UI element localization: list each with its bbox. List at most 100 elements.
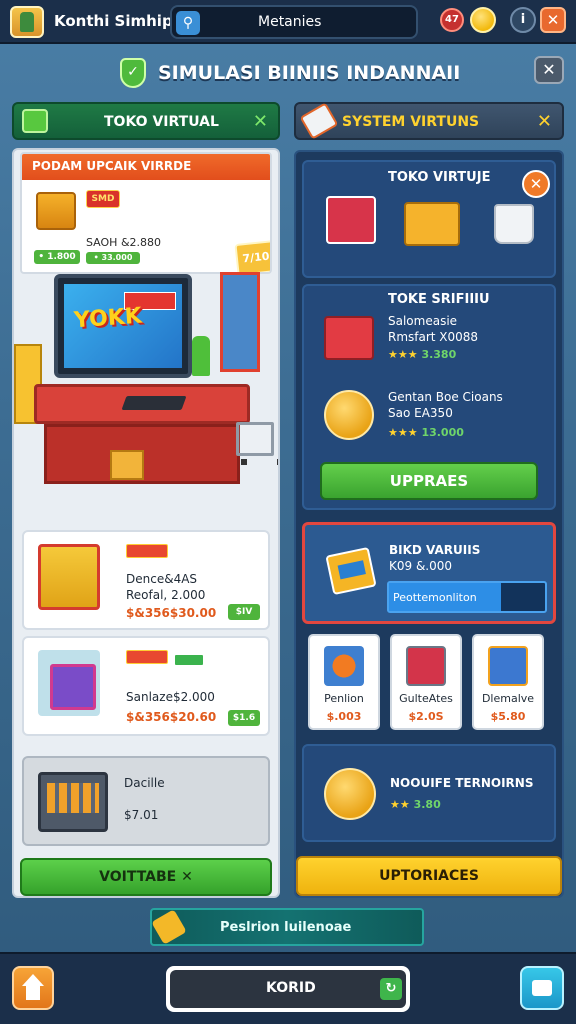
tile-price: $2.0S	[408, 710, 444, 723]
product-card[interactable]: Sanlaze$2.000 $&356$20.60 $1.6	[22, 636, 270, 736]
offer-subtitle: K09 &.000	[389, 559, 453, 573]
close-icon[interactable]: ✕	[537, 111, 552, 132]
close-icon[interactable]: ✕	[522, 170, 550, 198]
upgrade-all-button[interactable]: UPTORIACES	[296, 856, 562, 896]
field-text: KORID	[266, 980, 316, 996]
field-inner: KORID ↻	[170, 970, 406, 1008]
list-item-line: Rmsfart X0088	[388, 330, 479, 344]
list-item-line: Sao EA350	[388, 406, 453, 420]
upgrade-button[interactable]: UPPRAES	[320, 462, 538, 500]
highlighted-offer-card[interactable]: BIKD VARUIIS K09 &.000 Peottemonliton	[302, 522, 556, 624]
product-name: Dacille	[124, 776, 165, 790]
hammer-icon	[151, 909, 187, 945]
tile-name: Dlemalve	[481, 692, 535, 705]
product-tag	[126, 544, 168, 558]
product-name: Dence&4AS	[126, 572, 198, 586]
promo-sticker[interactable]: 7/10	[234, 239, 270, 272]
rating-value: 3.380	[421, 348, 457, 361]
product-price: $&356$30.00	[126, 606, 217, 620]
promo-heading: PODAM UPCAIK VIRRDE	[22, 154, 270, 180]
tab-system-virtuns[interactable]: SYSTEM VIRTUNS ✕	[294, 102, 564, 140]
cart-stall-icon	[38, 544, 100, 610]
locked-product-card[interactable]: Dacille $7.01	[22, 756, 270, 846]
coin-crate-icon	[324, 390, 374, 440]
product-price: $7.01	[124, 808, 159, 822]
list-item-line: Salomeasie	[388, 314, 458, 328]
red-shop-icon	[324, 316, 374, 360]
box-shop-icon	[488, 646, 528, 686]
notification-badge[interactable]: 47	[440, 8, 464, 32]
price-chip: $1.6	[228, 710, 260, 726]
header-close-button[interactable]: ✕	[534, 56, 564, 84]
promo-card[interactable]: PODAM UPCAIK VIRRDE SMD SAOH &2.880 • 1.…	[20, 152, 272, 274]
shield-icon: ✓	[120, 58, 146, 88]
cash-register-icon	[38, 772, 108, 832]
search-bar[interactable]: ⚲ Metanies	[170, 5, 418, 39]
shop-tile[interactable]: Penlion $.003	[308, 634, 380, 730]
item-name: NOOUIFE TERNOIRNS	[390, 776, 534, 790]
keyboard	[121, 396, 187, 410]
gear-shop-icon	[324, 646, 364, 686]
tile-price: $5.80	[490, 710, 526, 723]
rating: ★★★ 13.000	[388, 426, 464, 439]
promo-chip: • 33.000	[86, 252, 140, 264]
monitor-screen: YOKK	[64, 284, 182, 368]
progress-bar: Peottemonliton	[387, 581, 547, 613]
bottle-icon	[192, 336, 210, 376]
monitor-title: YOKK	[73, 303, 143, 334]
boxes-icon	[404, 202, 460, 246]
store-illustration: YOKK	[14, 272, 278, 522]
coin-icon[interactable]	[470, 7, 496, 33]
shop-tile[interactable]: GulteAtes $2.0S	[390, 634, 462, 730]
rating-stars: ★★★	[388, 426, 418, 439]
info-banner[interactable]: Peslrion luilenoae	[150, 908, 424, 946]
progress-label: Peottemonliton	[393, 591, 477, 604]
bottom-input-field[interactable]: KORID ↻	[166, 966, 410, 1012]
promo-chip: • 1.800	[34, 250, 80, 264]
rating: ★★ 3.80	[390, 798, 441, 811]
rating: ★★★ 3.380	[388, 348, 456, 361]
shopping-cart-icon	[236, 422, 278, 465]
close-icon[interactable]: ✕	[540, 7, 566, 33]
list-item-line: Gentan Boe Cioans	[388, 390, 503, 404]
product-price: $&356$20.60	[126, 710, 217, 724]
market-stall-icon	[38, 650, 100, 716]
product-card[interactable]: Dence&4AS Reofal, 2.000 $&356$30.00 $IV	[22, 530, 270, 630]
store-sign-icon	[22, 109, 48, 133]
product-subname: Reofal, 2.000	[126, 588, 206, 602]
machine-icon	[406, 646, 446, 686]
product-tag	[126, 650, 168, 664]
tile-name: Penlion	[324, 692, 364, 705]
product-name: Sanlaze$2.000	[126, 690, 215, 704]
rating-value: 3.80	[413, 798, 441, 811]
coin-icon	[324, 768, 376, 820]
home-icon[interactable]	[12, 966, 54, 1010]
bottom-item-card[interactable]: NOOUIFE TERNOIRNS ★★ 3.80	[302, 744, 556, 842]
shop-tile[interactable]: Dlemalve $5.80	[472, 634, 544, 730]
product-tag	[174, 654, 204, 666]
rating-stars: ★★	[390, 798, 410, 811]
left-action-button[interactable]: VOITTABE ✕	[20, 858, 272, 896]
app-title: Konthi Simhips	[54, 12, 182, 30]
promo-price: SAOH &2.880	[86, 236, 162, 249]
tab-label: TOKO VIRTUAL	[104, 114, 219, 130]
featured-title: TOKO VIRTUJE	[388, 170, 491, 185]
tab-label: SYSTEM VIRTUNS	[342, 114, 480, 130]
tab-toko-virtual[interactable]: TOKO VIRTUAL ✕	[12, 102, 280, 140]
page-title: SIMULASI BIINIIS INDANNAII	[158, 62, 461, 84]
app-logo-icon[interactable]	[10, 6, 44, 38]
display-tower	[220, 272, 260, 372]
info-icon[interactable]: i	[510, 7, 536, 33]
rating-stars: ★★★	[388, 348, 418, 361]
promo-tag: SMD	[86, 190, 120, 208]
confirm-icon[interactable]: ↻	[380, 978, 402, 1000]
search-icon[interactable]: ⚲	[176, 11, 200, 35]
tile-price: $.003	[326, 710, 362, 723]
monitor: YOKK	[54, 274, 192, 378]
featured-store-card[interactable]: TOKO VIRTUJE ✕	[302, 160, 556, 278]
chat-icon[interactable]	[520, 966, 564, 1010]
ticket-icon	[325, 546, 377, 596]
tile-name: GulteAtes	[399, 692, 453, 705]
crate-icon	[36, 192, 76, 230]
close-icon[interactable]: ✕	[253, 111, 268, 132]
